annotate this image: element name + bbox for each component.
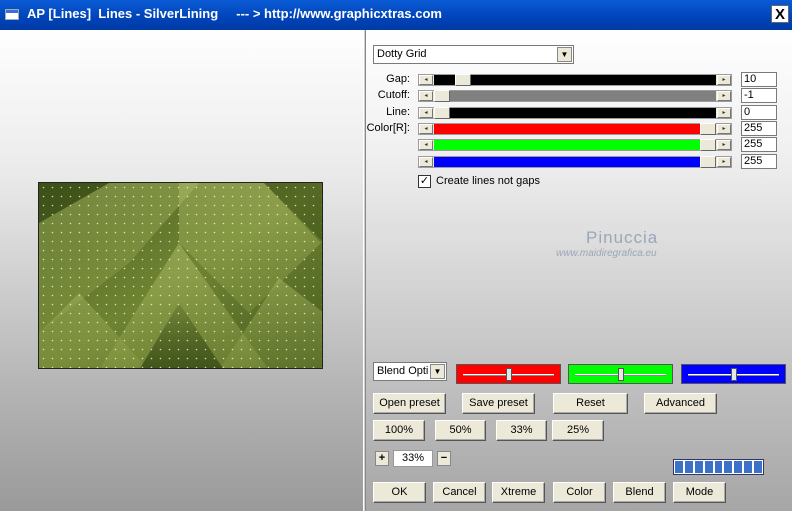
slider-track[interactable]: ◂ ▸ — [418, 107, 732, 119]
slider-label: Color[R]: — [366, 122, 410, 134]
slider-value-field[interactable]: -1 — [741, 88, 777, 103]
slider-fill — [434, 75, 716, 85]
zoom-100-button[interactable]: 100% — [373, 420, 425, 441]
slider-value-field[interactable]: 255 — [741, 154, 777, 169]
window-title: AP [Lines] Lines - SilverLining --- > ht… — [27, 6, 442, 21]
preset-combo-value: Dotty Grid — [377, 48, 427, 60]
slider-thumb[interactable] — [700, 123, 716, 135]
progress-segment — [734, 461, 743, 473]
slider-right-arrow-icon[interactable]: ▸ — [717, 157, 731, 167]
preset-combo[interactable]: Dotty Grid ▼ — [373, 45, 574, 64]
color-channel-slider[interactable] — [681, 364, 786, 384]
progress-segment — [704, 461, 713, 473]
progress-segment — [675, 461, 683, 473]
window-icon — [5, 9, 19, 20]
slider-thumb[interactable] — [434, 90, 450, 102]
slider-left-arrow-icon[interactable]: ◂ — [419, 75, 433, 85]
watermark-name: Pinuccia — [586, 228, 659, 247]
slider-fill — [434, 157, 716, 167]
xtreme-button[interactable]: Xtreme — [492, 482, 545, 503]
slider-right-arrow-icon[interactable]: ▸ — [717, 75, 731, 85]
slider-value-field[interactable]: 255 — [741, 137, 777, 152]
slider-label: Line: — [386, 106, 410, 118]
chevron-down-icon[interactable]: ▼ — [430, 364, 445, 379]
slider-fill — [434, 108, 716, 118]
preview-pane — [0, 30, 363, 511]
ok-button[interactable]: OK — [373, 482, 426, 503]
slider-right-arrow-icon[interactable]: ▸ — [717, 124, 731, 134]
slider-value-field[interactable]: 10 — [741, 72, 777, 87]
color-button[interactable]: Color — [553, 482, 606, 503]
slider-right-arrow-icon[interactable]: ▸ — [717, 91, 731, 101]
zoom-out-button[interactable]: − — [437, 451, 451, 466]
slider-left-arrow-icon[interactable]: ◂ — [419, 140, 433, 150]
slider-left-arrow-icon[interactable]: ◂ — [419, 157, 433, 167]
slider-left-arrow-icon[interactable]: ◂ — [419, 124, 433, 134]
slider-right-arrow-icon[interactable]: ▸ — [717, 108, 731, 118]
blend-options-combo[interactable]: Blend Opti ▼ — [373, 362, 447, 381]
slider-fill — [434, 91, 716, 101]
slider-fill — [434, 140, 716, 150]
progress-segment — [744, 461, 753, 473]
progress-segment — [684, 461, 693, 473]
preview-graphic — [39, 183, 322, 368]
slider-track[interactable]: ◂ ▸ — [418, 74, 732, 86]
watermark-url: www.maidiregrafica.eu — [556, 248, 657, 259]
zoom-25-button[interactable]: 25% — [552, 420, 604, 441]
progress-bar — [673, 459, 764, 475]
preview-image[interactable] — [38, 182, 323, 369]
slider-left-arrow-icon[interactable]: ◂ — [419, 108, 433, 118]
zoom-in-button[interactable]: + — [375, 451, 389, 466]
progress-segment — [694, 461, 703, 473]
color-slider-thumb[interactable] — [506, 368, 512, 381]
zoom-50-button[interactable]: 50% — [435, 420, 486, 441]
color-channel-slider[interactable] — [456, 364, 561, 384]
slider-thumb[interactable] — [700, 139, 716, 151]
create-lines-checkbox[interactable]: ✓ — [418, 175, 431, 188]
slider-left-arrow-icon[interactable]: ◂ — [419, 91, 433, 101]
mode-button[interactable]: Mode — [673, 482, 726, 503]
progress-segment — [724, 461, 733, 473]
blend-button[interactable]: Blend — [613, 482, 666, 503]
slider-thumb[interactable] — [700, 156, 716, 168]
reset-button[interactable]: Reset — [553, 393, 628, 414]
progress-segment — [714, 461, 723, 473]
zoom-33-button[interactable]: 33% — [496, 420, 547, 441]
controls-pane: Dotty Grid ▼ Gap: ◂ ▸ 10 Cutoff: ◂ ▸ -1 Line: ◂ ▸ 0… — [366, 30, 792, 511]
slider-value-field[interactable]: 255 — [741, 121, 777, 136]
save-preset-button[interactable]: Save preset — [462, 393, 535, 414]
close-button[interactable]: X — [771, 5, 789, 23]
slider-thumb[interactable] — [434, 107, 450, 119]
title-bar: AP [Lines] Lines - SilverLining --- > ht… — [0, 0, 792, 30]
blend-combo-value: Blend Opti — [377, 365, 429, 377]
cancel-button[interactable]: Cancel — [433, 482, 486, 503]
create-lines-label: Create lines not gaps — [436, 175, 540, 187]
slider-thumb[interactable] — [455, 74, 471, 86]
color-slider-thumb[interactable] — [731, 368, 737, 381]
zoom-level-field[interactable]: 33% — [393, 450, 433, 467]
chevron-down-icon[interactable]: ▼ — [557, 47, 572, 62]
slider-fill — [434, 124, 716, 134]
slider-track[interactable]: ◂ ▸ — [418, 123, 732, 135]
slider-label: Cutoff: — [377, 89, 410, 101]
color-slider-thumb[interactable] — [618, 368, 624, 381]
advanced-button[interactable]: Advanced — [644, 393, 717, 414]
slider-track[interactable]: ◂ ▸ — [418, 139, 732, 151]
slider-right-arrow-icon[interactable]: ▸ — [717, 140, 731, 150]
slider-track[interactable]: ◂ ▸ — [418, 90, 732, 102]
slider-value-field[interactable]: 0 — [741, 105, 777, 120]
slider-label: Gap: — [386, 73, 410, 85]
open-preset-button[interactable]: Open preset — [373, 393, 446, 414]
progress-segment — [754, 461, 763, 473]
color-channel-slider[interactable] — [568, 364, 673, 384]
slider-track[interactable]: ◂ ▸ — [418, 156, 732, 168]
